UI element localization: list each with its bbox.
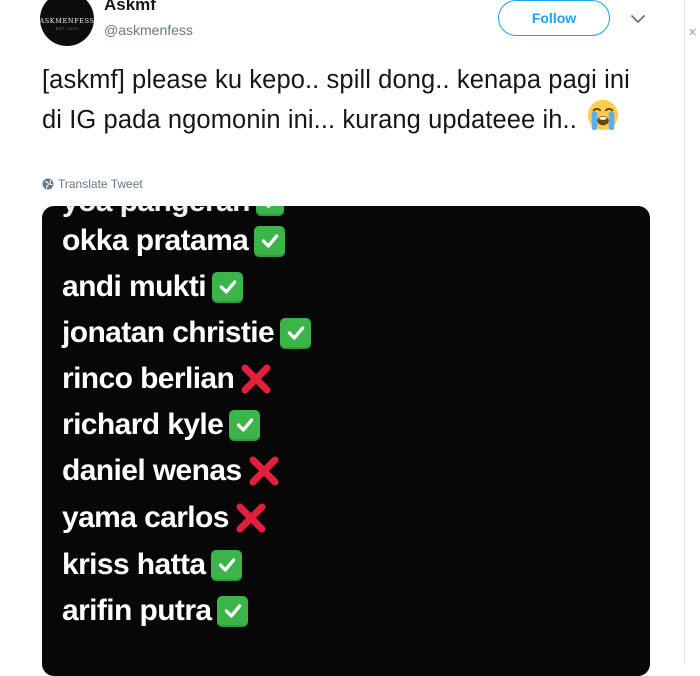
- list-item: okka pratama: [62, 219, 286, 263]
- follow-button[interactable]: Follow: [498, 0, 610, 36]
- list-item-name: okka pratama: [62, 224, 249, 257]
- list-item: arifin putra: [62, 589, 249, 633]
- cross-mark-icon: [236, 503, 266, 533]
- check-icon: [255, 206, 284, 216]
- tweet-text-body: [askmf] please ku kepo.. spill dong.. ke…: [42, 66, 630, 134]
- globe-icon: [42, 178, 54, 190]
- list-item: yama carlos: [62, 496, 269, 540]
- cross-mark-icon: [241, 364, 271, 394]
- avatar[interactable]: ASKMENFESS EST. 2019: [40, 0, 94, 46]
- check-icon: [211, 549, 243, 581]
- list-item: kriss hatta: [62, 543, 243, 587]
- chevron-down-icon[interactable]: [628, 10, 648, 28]
- right-gutter: ✕: [685, 0, 700, 665]
- cross-mark-icon: [249, 456, 279, 486]
- list-item: andi mukti: [62, 265, 244, 309]
- list-item-name: andi mukti: [62, 270, 207, 303]
- tweet-text: [askmf] please ku kepo.. spill dong.. ke…: [42, 62, 642, 138]
- avatar-logo-text: ASKMENFESS: [40, 17, 94, 25]
- check-icon: [217, 595, 249, 627]
- translate-tweet-link[interactable]: Translate Tweet: [42, 177, 143, 191]
- translate-tweet-label: Translate Tweet: [58, 177, 143, 191]
- tweet-media-image[interactable]: yoa pangeran okka pratama andi mukti jon…: [42, 206, 650, 676]
- crying-face-icon: [587, 99, 619, 131]
- avatar-logo-subtext: EST. 2019: [55, 27, 79, 31]
- display-name[interactable]: Askmf: [104, 0, 156, 15]
- check-icon: [229, 409, 261, 441]
- check-icon: [280, 317, 312, 349]
- list-item-name: rinco berlian: [62, 362, 235, 395]
- list-item: jonatan christie: [62, 311, 312, 355]
- list-item: daniel wenas: [62, 449, 282, 493]
- list-item-name: arifin putra: [62, 594, 212, 627]
- check-icon: [254, 225, 286, 257]
- list-item-name: kriss hatta: [62, 548, 206, 581]
- gutter-edge-glyph: ✕: [688, 26, 698, 39]
- list-item-name: richard kyle: [62, 408, 224, 441]
- list-item: richard kyle: [62, 403, 261, 447]
- check-icon: [212, 271, 244, 303]
- username-handle[interactable]: @askmenfess: [104, 22, 193, 38]
- list-item-name: daniel wenas: [62, 454, 242, 487]
- list-item-name: jonatan christie: [62, 316, 275, 349]
- list-item: rinco berlian: [62, 357, 274, 401]
- list-item-name: yama carlos: [62, 501, 229, 534]
